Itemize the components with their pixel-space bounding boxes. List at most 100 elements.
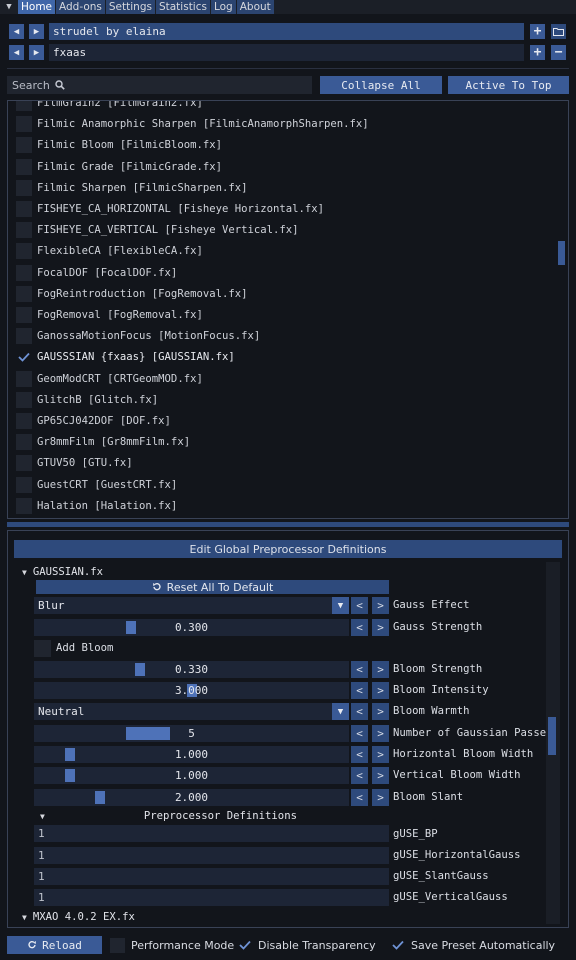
effect-checkbox[interactable] xyxy=(16,328,32,345)
effect-list-scrollbar[interactable] xyxy=(558,241,565,265)
effect-list-item[interactable]: Filmic Bloom [FilmicBloom.fx] xyxy=(8,135,568,155)
collapse-all-button[interactable]: Collapse All xyxy=(320,76,442,94)
disable-transparency-checkbox[interactable] xyxy=(237,938,252,953)
panel-splitter[interactable] xyxy=(7,522,569,527)
effect-checkbox[interactable] xyxy=(16,158,32,175)
previous-preset-button[interactable]: ◀ xyxy=(9,24,24,39)
next-subpreset-button[interactable]: ▶ xyxy=(29,45,44,60)
effect-checkbox[interactable] xyxy=(16,222,32,239)
scrollbar-thumb[interactable] xyxy=(548,717,556,755)
disable-transparency-toggle[interactable]: Disable Transparency xyxy=(237,936,376,954)
bloom-warmth-decrement[interactable]: < xyxy=(351,703,368,720)
effect-list-item[interactable]: Halation [Halation.fx] xyxy=(8,496,568,516)
remove-subpreset-button[interactable]: − xyxy=(551,45,566,60)
effect-checkbox[interactable] xyxy=(16,349,32,365)
reload-button[interactable]: Reload xyxy=(7,936,102,954)
horizontal-bloom-width-decrement[interactable]: < xyxy=(351,746,368,763)
effect-list-item[interactable]: GlitchB [Glitch.fx] xyxy=(8,390,568,410)
settings-scrollbar[interactable] xyxy=(546,562,560,924)
bloom-intensity-decrement[interactable]: < xyxy=(351,682,368,699)
gauss-effect-combo[interactable]: Blur ▼ xyxy=(34,597,349,614)
save-preset-auto-toggle[interactable]: Save Preset Automatically xyxy=(390,936,555,954)
bloom-slant-increment[interactable]: > xyxy=(372,789,389,806)
gauss-strength-increment[interactable]: > xyxy=(372,619,389,636)
effect-checkbox[interactable] xyxy=(16,116,32,133)
subpreset-field[interactable]: fxaas xyxy=(49,44,524,61)
effect-list-item[interactable]: GAUSSSIAN {fxaas} [GAUSSIAN.fx] xyxy=(8,347,568,367)
effect-list-item[interactable]: GP65CJ042DOF [DOF.fx] xyxy=(8,411,568,431)
effect-list-item[interactable]: FlexibleCA [FlexibleCA.fx] xyxy=(8,241,568,261)
gauss-strength-slider[interactable]: 0.300 xyxy=(34,619,349,636)
bloom-slant-slider[interactable]: 2.000 xyxy=(34,789,349,806)
horizontal-bloom-width-slider[interactable]: 1.000 xyxy=(34,746,349,763)
performance-mode-checkbox[interactable] xyxy=(110,937,125,953)
effect-list-item[interactable]: GTUV50 [GTU.fx] xyxy=(8,453,568,473)
effect-list-item[interactable]: FocalDOF [FocalDOF.fx] xyxy=(8,263,568,283)
effect-checkbox[interactable] xyxy=(16,201,32,217)
bloom-strength-slider[interactable]: 0.330 xyxy=(34,661,349,678)
add-subpreset-button[interactable]: + xyxy=(530,45,545,60)
bloom-intensity-increment[interactable]: > xyxy=(372,682,389,699)
section-gaussian[interactable]: ▼ GAUSSIAN.fx xyxy=(22,566,103,578)
bloom-warmth-combo[interactable]: Neutral ▼ xyxy=(34,703,349,720)
edit-global-preprocessor-button[interactable]: Edit Global Preprocessor Definitions xyxy=(14,540,562,558)
vertical-bloom-width-decrement[interactable]: < xyxy=(351,767,368,784)
effect-checkbox[interactable] xyxy=(16,413,32,429)
effect-list-item[interactable]: FilmGrain2 [FilmGrain2.fx] xyxy=(8,101,568,113)
chevron-down-icon[interactable]: ▼ xyxy=(332,703,349,720)
tab-log[interactable]: Log xyxy=(210,0,236,14)
gaussian-passes-increment[interactable]: > xyxy=(372,725,389,742)
next-preset-button[interactable]: ▶ xyxy=(29,24,44,39)
effect-checkbox[interactable] xyxy=(16,370,32,387)
tab-about[interactable]: About xyxy=(236,0,274,14)
effect-list-item[interactable]: Filmic Anamorphic Sharpen [FilmicAnamorp… xyxy=(8,114,568,134)
effect-checkbox[interactable] xyxy=(16,264,32,281)
vertical-bloom-width-slider[interactable]: 1.000 xyxy=(34,767,349,784)
bloom-slant-decrement[interactable]: < xyxy=(351,789,368,806)
gaussian-passes-slider[interactable]: 5 xyxy=(34,725,349,742)
effect-list-item[interactable]: Gr8mmFilm [Gr8mmFilm.fx] xyxy=(8,432,568,452)
effect-list-item[interactable]: FogReintroduction [FogRemoval.fx] xyxy=(8,284,568,304)
effect-list-item[interactable]: GanossaMotionFocus [MotionFocus.fx] xyxy=(8,326,568,346)
effect-list-item[interactable]: Filmic Sharpen [FilmicSharpen.fx] xyxy=(8,178,568,198)
effect-checkbox[interactable] xyxy=(16,307,32,323)
effect-checkbox[interactable] xyxy=(16,455,32,472)
effect-checkbox[interactable] xyxy=(16,497,32,514)
bloom-intensity-slider[interactable]: 3.000 xyxy=(34,682,349,699)
preset-selector[interactable]: strudel by elaina xyxy=(49,23,524,40)
previous-subpreset-button[interactable]: ◀ xyxy=(9,45,24,60)
effect-list-item[interactable]: FISHEYE_CA_HORIZONTAL [Fisheye Horizonta… xyxy=(8,199,568,219)
effect-checkbox[interactable] xyxy=(16,434,32,451)
horizontal-bloom-width-increment[interactable]: > xyxy=(372,746,389,763)
preprocessor-definitions-toggle[interactable]: ▼ Preprocessor Definitions xyxy=(40,810,390,822)
effect-checkbox[interactable] xyxy=(16,243,32,260)
effect-checkbox[interactable] xyxy=(16,285,32,302)
save-preset-auto-checkbox[interactable] xyxy=(390,938,405,953)
define-input[interactable]: 1 xyxy=(34,889,389,906)
menu-collapse-icon[interactable]: ▼ xyxy=(0,0,18,14)
tab-settings[interactable]: Settings xyxy=(105,0,155,14)
add-preset-button[interactable]: + xyxy=(530,24,545,39)
bloom-strength-decrement[interactable]: < xyxy=(351,661,368,678)
define-input[interactable]: 1 xyxy=(34,868,389,885)
active-to-top-button[interactable]: Active To Top xyxy=(448,76,569,94)
gauss-strength-decrement[interactable]: < xyxy=(351,619,368,636)
gaussian-passes-decrement[interactable]: < xyxy=(351,725,368,742)
effect-checkbox[interactable] xyxy=(16,391,32,408)
effect-list-item[interactable]: FISHEYE_CA_VERTICAL [Fisheye Vertical.fx… xyxy=(8,220,568,240)
tab-statistics[interactable]: Statistics xyxy=(155,0,210,14)
chevron-down-icon[interactable]: ▼ xyxy=(332,597,349,614)
effect-list-item[interactable]: GeomModCRT [CRTGeomMOD.fx] xyxy=(8,369,568,389)
performance-mode-toggle[interactable]: Performance Mode xyxy=(110,936,234,954)
effect-checkbox[interactable] xyxy=(16,101,32,111)
search-input[interactable]: Search xyxy=(7,76,312,94)
effect-checkbox[interactable] xyxy=(16,179,32,196)
gauss-effect-decrement[interactable]: < xyxy=(351,597,368,614)
effect-checkbox[interactable] xyxy=(16,137,32,154)
reset-all-button[interactable]: Reset All To Default xyxy=(36,580,389,594)
define-input[interactable]: 1 xyxy=(34,847,389,864)
bloom-warmth-increment[interactable]: > xyxy=(372,703,389,720)
vertical-bloom-width-increment[interactable]: > xyxy=(372,767,389,784)
tab-add-ons[interactable]: Add-ons xyxy=(56,0,105,14)
section-mxao[interactable]: ▼ MXAO 4.0.2 EX.fx xyxy=(22,911,135,923)
